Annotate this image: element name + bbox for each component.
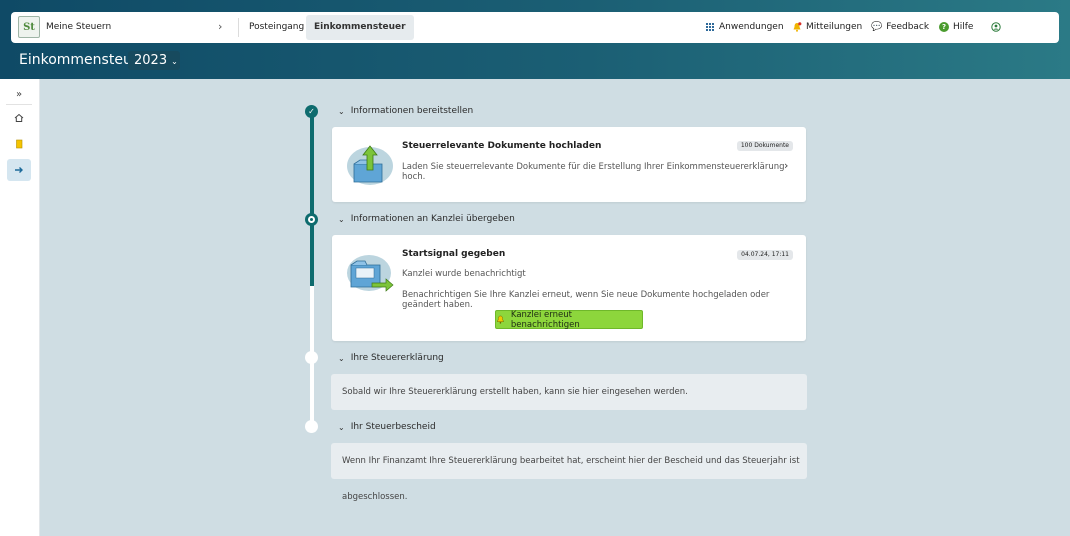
folder-send-icon	[347, 255, 394, 292]
start-signal-card: Startsignal gegeben 04.07.24, 17:11 Kanz…	[332, 235, 806, 341]
sidebar: »	[0, 79, 40, 536]
sidebar-document-icon[interactable]	[7, 133, 31, 155]
chevron-down-icon: ⌄	[171, 57, 178, 66]
chevron-down-icon: ⌄	[338, 106, 345, 116]
notify-kanzlei-button[interactable]: Kanzlei erneut benachrichtigen	[495, 309, 643, 330]
section-title: Ihr Steuerbescheid	[350, 422, 436, 432]
chevron-right-icon[interactable]: ›	[218, 20, 222, 33]
help-label: Hilfe	[953, 22, 974, 32]
card-title: Steuerrelevante Dokumente hochladen	[402, 141, 602, 151]
messages-button[interactable]: Mitteilungen	[792, 22, 862, 32]
grid-icon	[706, 22, 715, 32]
steuererklaerung-info: Sobald wir Ihre Steuererklärung erstellt…	[331, 374, 807, 410]
document-count-badge: 100 Dokumente	[736, 141, 793, 151]
divider	[238, 18, 239, 37]
user-icon	[991, 22, 1001, 32]
step-current-icon	[305, 213, 318, 226]
sidebar-divider	[6, 104, 32, 105]
card-status-text: Kanzlei wurde benachrichtigt	[402, 269, 526, 279]
sidebar-arrow-right-icon[interactable]	[7, 159, 31, 181]
chevron-down-icon: ⌄	[338, 422, 345, 432]
card-description: Laden Sie steuerrelevante Dokumente für …	[402, 162, 785, 182]
card-description: Benachrichtigen Sie Ihre Kanzlei erneut,…	[402, 290, 770, 310]
section-header-ihr-steuerbescheid[interactable]: ⌄ Ihr Steuerbescheid	[338, 422, 436, 432]
step-open-icon	[305, 420, 318, 433]
section-title: Informationen bereitstellen	[350, 106, 474, 116]
chevron-right-icon[interactable]: ›	[784, 159, 788, 172]
steuerbescheid-info: Wenn Ihr Finanzamt Ihre Steuererklärung …	[331, 443, 807, 502]
year-select[interactable]: 2023 ⌄	[128, 51, 180, 70]
speech-bubble-icon: 💬	[871, 22, 883, 32]
section-header-informationen-an-kanzlei[interactable]: ⌄ Informationen an Kanzlei übergeben	[338, 214, 515, 224]
section-header-informationen-bereitstellen[interactable]: ⌄ Informationen bereitstellen	[338, 106, 473, 116]
bell-icon	[792, 22, 802, 32]
timeline-progress	[310, 111, 314, 286]
feedback-label: Feedback	[886, 22, 930, 32]
section-header-ihre-steuererklaerung[interactable]: ⌄ Ihre Steuererklärung	[338, 353, 444, 363]
top-navbar: St Meine Steuern › Posteingang Einkommen…	[11, 12, 1059, 43]
apps-label: Anwendungen	[719, 22, 784, 32]
year-value: 2023	[134, 53, 168, 68]
timestamp-badge: 04.07.24, 17:11	[737, 250, 793, 260]
brand-logo[interactable]: St	[18, 16, 40, 38]
chevron-down-icon: ⌄	[338, 353, 345, 363]
messages-label: Mitteilungen	[806, 22, 863, 32]
sidebar-expand-icon[interactable]: »	[7, 83, 31, 105]
section-title: Informationen an Kanzlei übergeben	[350, 214, 515, 224]
section-title: Ihre Steuererklärung	[350, 353, 444, 363]
card-title: Startsignal gegeben	[402, 249, 506, 259]
user-button[interactable]	[991, 22, 1001, 32]
button-label: Kanzlei erneut benachrichtigen	[510, 309, 580, 330]
upload-documents-card[interactable]: Steuerrelevante Dokumente hochladen 100 …	[332, 127, 806, 202]
help-button[interactable]: ? Hilfe	[939, 22, 973, 32]
tab-einkommensteuer[interactable]: Einkommensteuer	[306, 15, 414, 40]
apps-button[interactable]: Anwendungen	[706, 22, 784, 32]
step-open-icon	[305, 351, 318, 364]
feedback-button[interactable]: 💬 Feedback	[871, 22, 929, 32]
folder-upload-icon	[347, 145, 393, 185]
bell-icon	[497, 315, 504, 324]
help-icon: ?	[939, 22, 949, 32]
chevron-down-icon: ⌄	[338, 214, 345, 224]
brand-name[interactable]: Meine Steuern	[46, 22, 111, 32]
step-done-check-icon: ✓	[305, 105, 318, 118]
sidebar-home-icon[interactable]	[7, 107, 31, 129]
tab-posteingang[interactable]: Posteingang	[241, 15, 312, 40]
